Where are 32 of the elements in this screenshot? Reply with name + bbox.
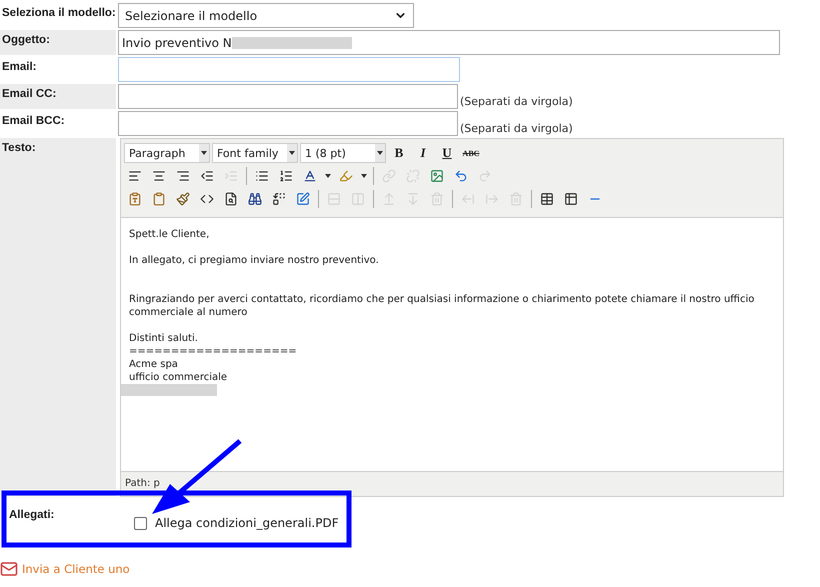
strike-button[interactable]: ABC [460, 143, 482, 163]
body-text: Distinti saluti. [129, 332, 199, 345]
body-text: In allegato, ci pregiamo inviare nostro preventivo. [129, 254, 380, 267]
caret-icon [201, 151, 207, 155]
template-select[interactable]: Selezionare il modello [118, 3, 414, 28]
caret-icon [289, 151, 295, 155]
field-label: Email CC: [0, 84, 116, 109]
mail-icon [0, 560, 18, 578]
editor-body[interactable] [121, 217, 783, 472]
body-text: ==================== [129, 345, 298, 358]
subject-field[interactable]: Invio preventivo N [118, 30, 780, 55]
underline-button[interactable]: U [436, 143, 458, 163]
body-text: Ringraziando per averci contattato, ricordiamo che per qualsiasi informazione o chiarimento potete chiamare il nostro ufficio commerciale al numero [129, 293, 756, 319]
field-hint: (Separati da virgola) [460, 95, 573, 109]
email-field[interactable] [118, 57, 460, 82]
format-select[interactable]: 1 (8 pt) [300, 143, 386, 163]
field-hint: (Separati da virgola) [460, 122, 573, 136]
attachment-label: Allega condizioni_generali.PDF [155, 516, 339, 530]
caret-icon [377, 151, 383, 155]
cc-field[interactable] [118, 84, 458, 109]
bold-button[interactable]: B [388, 143, 410, 163]
checkbox[interactable] [134, 516, 147, 530]
body-text: Spett.le Cliente, [129, 228, 210, 241]
body-text: Acme spa [129, 358, 179, 371]
bcc-field[interactable] [118, 111, 458, 136]
italic-button[interactable]: I [412, 143, 434, 163]
field-label: Testo: [0, 138, 116, 497]
format-select[interactable]: Paragraph [124, 143, 210, 163]
field-label: Oggetto: [0, 30, 116, 55]
path-label: Path: p [124, 477, 161, 491]
body-text: ufficio commerciale [129, 371, 228, 384]
format-select[interactable]: Font family [212, 143, 298, 163]
